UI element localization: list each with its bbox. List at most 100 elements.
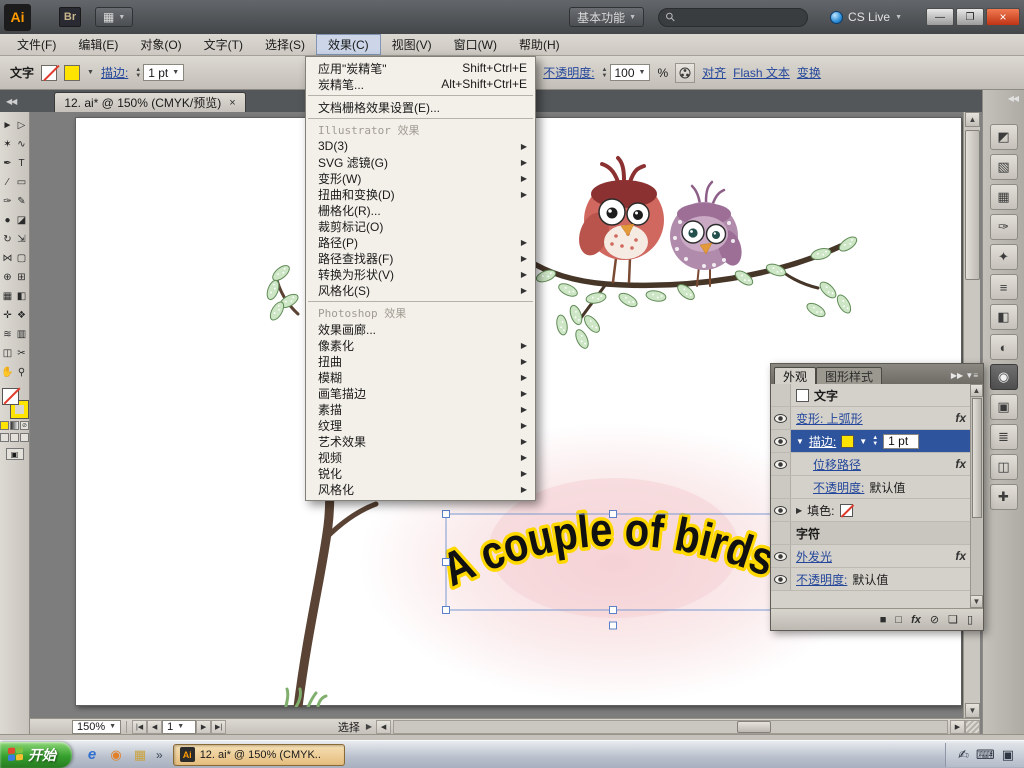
artboard-number-select[interactable]: 1 ▼ bbox=[162, 719, 197, 734]
bird-purple[interactable] bbox=[670, 180, 745, 287]
stroke-row-link[interactable]: 描边: bbox=[809, 433, 836, 450]
first-artboard-button[interactable]: |◀ bbox=[132, 719, 148, 734]
keyboard-layout-tray-icon[interactable]: ⌨ bbox=[976, 747, 995, 763]
bridge-button[interactable]: Br bbox=[59, 7, 81, 27]
none-mode-button[interactable]: ⊘ bbox=[20, 421, 29, 430]
stroke-panel-button[interactable]: ≡ bbox=[989, 274, 1018, 300]
delete-item-button[interactable]: ▯ bbox=[967, 613, 973, 626]
flash-text-link[interactable]: Flash 文本 bbox=[733, 64, 790, 81]
recolor-artwork-button[interactable] bbox=[675, 62, 696, 83]
menu-item-video[interactable]: 视频 ▶ bbox=[306, 449, 535, 465]
menu-item-distort-transform[interactable]: 扭曲和变换(D) ▶ bbox=[306, 186, 535, 202]
fx-icon[interactable]: fx bbox=[955, 549, 966, 563]
stroke-weight-stepper[interactable]: ▲ ▼ 1 pt ▼ bbox=[135, 64, 185, 81]
appearance-row-opacity-1[interactable]: 不透明度: 默认值 bbox=[771, 476, 970, 499]
visibility-toggle[interactable] bbox=[771, 568, 791, 590]
menu-item-path[interactable]: 路径(P) ▶ bbox=[306, 234, 535, 250]
line-segment-tool[interactable]: ∕ bbox=[1, 173, 15, 192]
menu-item-artistic[interactable]: 艺术效果 ▶ bbox=[306, 433, 535, 449]
appearance-row-offset-path[interactable]: 位移路径 fx bbox=[771, 453, 970, 476]
brushes-panel-button[interactable]: ✑ bbox=[989, 214, 1018, 240]
stroke-color-swatch[interactable] bbox=[841, 434, 855, 448]
appearance-row-stroke[interactable]: ▼ 描边: ▼ ▲ ▼ 1 pt bbox=[771, 430, 970, 453]
free-transform-tool[interactable]: ▢ bbox=[15, 249, 29, 268]
menu-item-pixelate[interactable]: 像素化 ▶ bbox=[306, 337, 535, 353]
fill-color-swatch[interactable] bbox=[41, 64, 58, 81]
opacity-link[interactable]: 不透明度: bbox=[813, 479, 864, 496]
fill-stroke-indicator[interactable] bbox=[1, 388, 29, 419]
chevron-down-icon[interactable]: ▼ bbox=[639, 69, 646, 76]
spinner-icons[interactable]: ▲ ▼ bbox=[872, 435, 878, 447]
status-popup-icon[interactable]: ▶ bbox=[366, 722, 372, 731]
slice-tool[interactable]: ✂ bbox=[15, 344, 29, 363]
swatch-arrow-icon[interactable]: ▼ bbox=[859, 437, 867, 446]
draw-inside-button[interactable] bbox=[20, 433, 29, 442]
visibility-toggle[interactable] bbox=[771, 407, 791, 429]
offset-path-link[interactable]: 位移路径 bbox=[813, 456, 861, 473]
duplicate-item-button[interactable]: ❏ bbox=[948, 613, 958, 626]
appearance-row-characters[interactable]: 字符 bbox=[771, 522, 970, 545]
previous-artboard-button[interactable]: ◀ bbox=[147, 719, 163, 734]
menu-view[interactable]: 视图(V) bbox=[381, 34, 443, 55]
visibility-toggle[interactable] bbox=[771, 430, 791, 452]
transform-link[interactable]: 变换 bbox=[797, 64, 821, 81]
menu-select[interactable]: 选择(S) bbox=[254, 34, 316, 55]
menu-item-rasterize[interactable]: 栅格化(R)... bbox=[306, 202, 535, 218]
menu-item-distort[interactable]: 扭曲 ▶ bbox=[306, 353, 535, 369]
tab-close-icon[interactable]: × bbox=[229, 97, 235, 109]
bird-red[interactable] bbox=[574, 156, 664, 284]
menu-item-brush-strokes[interactable]: 画笔描边 ▶ bbox=[306, 385, 535, 401]
menu-item-effect-gallery[interactable]: 效果画廊... bbox=[306, 321, 535, 337]
column-graph-tool[interactable]: ▥ bbox=[15, 325, 29, 344]
artboards-panel-button[interactable]: ◫ bbox=[989, 454, 1018, 480]
appearance-row-opacity-2[interactable]: 不透明度: 默认值 bbox=[771, 568, 970, 591]
horizontal-scrollbar[interactable] bbox=[393, 719, 948, 734]
hscroll-left-button[interactable]: ◀ bbox=[376, 719, 392, 734]
menu-item-pathfinder[interactable]: 路径查找器(F) ▶ bbox=[306, 250, 535, 266]
graphic-styles-panel-button[interactable]: ▣ bbox=[989, 394, 1018, 420]
width-tool[interactable]: ⋈ bbox=[1, 249, 15, 268]
gradient-tool[interactable]: ◧ bbox=[15, 287, 29, 306]
stroke-color-swatch[interactable] bbox=[64, 64, 81, 81]
next-artboard-button[interactable]: ▶ bbox=[196, 719, 212, 734]
menu-item-svg-filters[interactable]: SVG 滤镜(G) ▶ bbox=[306, 154, 535, 170]
menu-edit[interactable]: 编辑(E) bbox=[67, 34, 129, 55]
panel-menu-icon[interactable]: ▼≡ bbox=[965, 371, 978, 380]
menu-item-document-raster-settings[interactable]: 文档栅格效果设置(E)... bbox=[306, 99, 535, 115]
close-button[interactable]: × bbox=[986, 8, 1020, 26]
spinner-down-icon[interactable]: ▼ bbox=[602, 73, 608, 79]
arrange-documents-button[interactable]: ▦ ▼ bbox=[95, 7, 134, 27]
fx-icon[interactable]: fx bbox=[955, 411, 966, 425]
spinner-down-icon[interactable]: ▼ bbox=[872, 441, 878, 447]
eyedropper-tool[interactable]: ✛ bbox=[1, 306, 15, 325]
pen-tool[interactable]: ✒ bbox=[1, 154, 15, 173]
visibility-toggle[interactable] bbox=[771, 476, 791, 498]
navigator-panel-button[interactable]: ✚ bbox=[989, 484, 1018, 510]
appearance-panel-button[interactable]: ◉ bbox=[989, 364, 1018, 390]
stroke-panel-link[interactable]: 描边: bbox=[101, 64, 128, 81]
spinner-icons[interactable]: ▲ ▼ bbox=[602, 67, 608, 79]
add-new-fill-button[interactable]: □ bbox=[895, 614, 902, 626]
search-input[interactable] bbox=[679, 11, 790, 23]
add-new-stroke-button[interactable]: ■ bbox=[880, 614, 887, 626]
appearance-row-warp[interactable]: 变形: 上弧形 fx bbox=[771, 407, 970, 430]
fill-proxy[interactable] bbox=[1, 388, 19, 405]
draw-behind-button[interactable] bbox=[10, 433, 19, 442]
menu-file[interactable]: 文件(F) bbox=[6, 34, 67, 55]
shape-builder-tool[interactable]: ⊕ bbox=[1, 268, 15, 287]
minimize-button[interactable]: — bbox=[926, 8, 954, 26]
lasso-tool[interactable]: ∿ bbox=[15, 135, 29, 154]
color-panel-button[interactable]: ◩ bbox=[989, 124, 1018, 150]
menu-item-crop-marks[interactable]: 裁剪标记(O) bbox=[306, 218, 535, 234]
scroll-up-button[interactable]: ▲ bbox=[965, 112, 980, 127]
add-new-effect-button[interactable]: fx bbox=[911, 614, 921, 626]
last-artboard-button[interactable]: ▶| bbox=[211, 719, 227, 734]
restore-button[interactable]: ❐ bbox=[956, 8, 984, 26]
horizontal-scroll-thumb[interactable] bbox=[736, 720, 771, 733]
cs-live-button[interactable]: CS Live ▼ bbox=[822, 7, 910, 27]
panel-scroll-up-button[interactable]: ▲ bbox=[970, 384, 983, 397]
scale-tool[interactable]: ⇲ bbox=[15, 230, 29, 249]
fx-icon[interactable]: fx bbox=[955, 457, 966, 471]
visibility-toggle[interactable] bbox=[771, 545, 791, 567]
opacity-stepper[interactable]: ▲ ▼ 100 ▼ bbox=[602, 64, 651, 81]
